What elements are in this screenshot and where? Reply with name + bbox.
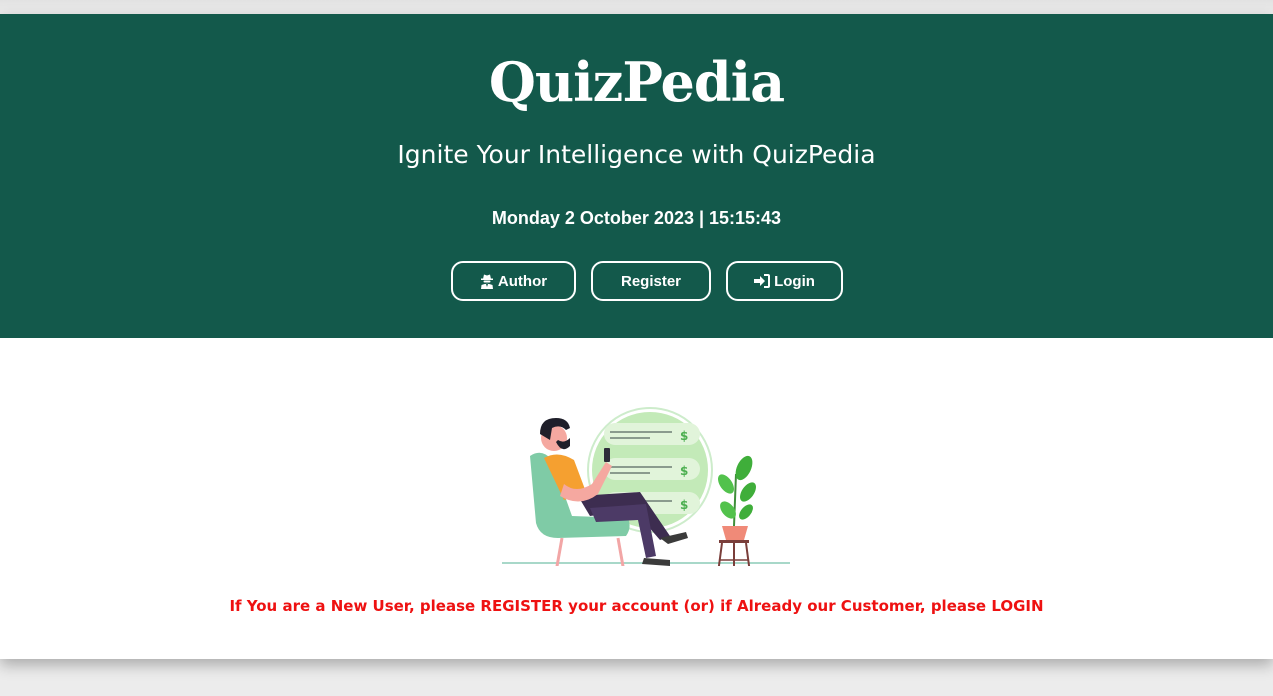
register-button[interactable]: Register: [591, 261, 711, 301]
register-button-label: Register: [620, 272, 682, 290]
user-secret-icon: [480, 273, 494, 289]
site-logo: QuizPedia: [488, 50, 785, 114]
author-button-label: Author: [497, 272, 548, 290]
current-datetime: Monday 2 October 2023 | 15:15:43: [491, 208, 782, 228]
svg-text:$: $: [680, 464, 688, 478]
tagline: Ignite Your Intelligence with QuizPedia: [397, 140, 876, 169]
svg-text:$: $: [680, 498, 688, 512]
person-relaxing-illustration: $ $ $: [502, 407, 790, 566]
login-button[interactable]: Login: [726, 261, 843, 301]
sign-in-icon: [754, 274, 771, 288]
login-button-label: Login: [774, 272, 815, 290]
svg-text:$: $: [680, 429, 688, 443]
author-button[interactable]: Author: [451, 261, 576, 301]
nav-buttons: Author Register Login: [0, 261, 1273, 305]
register-login-notice: If You are a New User, please REGISTER y…: [229, 597, 1044, 615]
header-banner: QuizPedia Ignite Your Intelligence with …: [0, 14, 1273, 338]
